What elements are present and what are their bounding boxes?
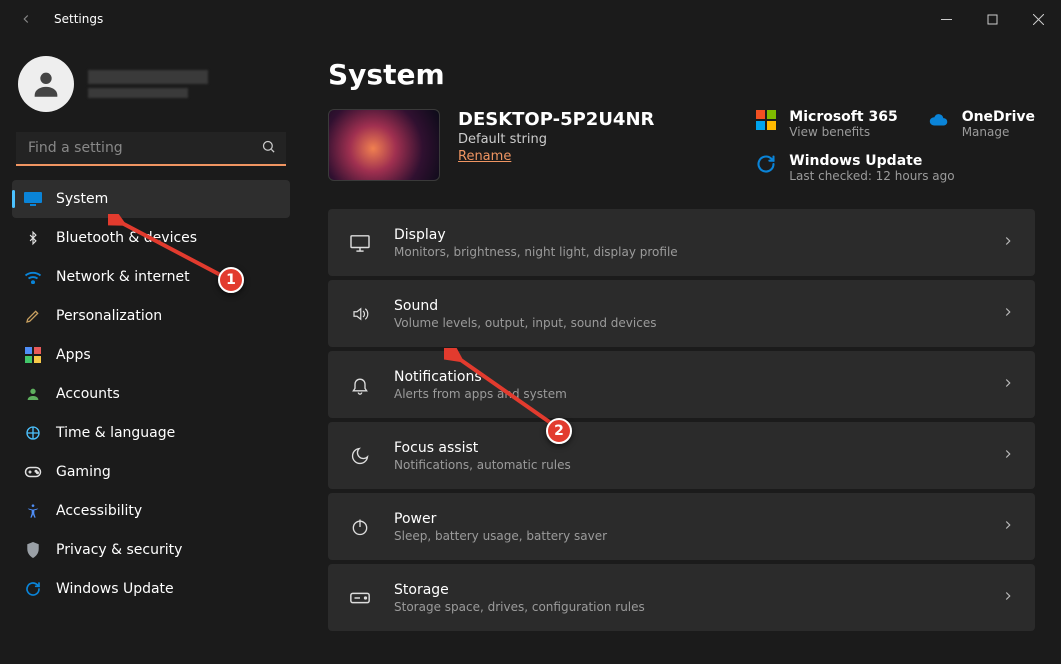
sidebar-item-accounts[interactable]: Accounts <box>12 375 290 413</box>
sidebar-item-system[interactable]: System <box>12 180 290 218</box>
row-title: Power <box>394 511 979 527</box>
sidebar-item-label: Personalization <box>56 308 162 324</box>
bell-icon <box>348 374 372 396</box>
row-title: Focus assist <box>394 440 979 456</box>
rename-link[interactable]: Rename <box>458 149 654 164</box>
nav: System Bluetooth & devices Network & int… <box>12 180 290 608</box>
row-sub: Monitors, brightness, night light, displ… <box>394 245 979 259</box>
wifi-icon <box>24 268 42 286</box>
promo-onedrive[interactable]: OneDrive Manage <box>928 109 1035 139</box>
settings-row-display[interactable]: Display Monitors, brightness, night ligh… <box>328 209 1035 276</box>
shield-icon <box>24 541 42 559</box>
clock-globe-icon <box>24 424 42 442</box>
sidebar-item-accessibility[interactable]: Accessibility <box>12 492 290 530</box>
sidebar-item-label: Accounts <box>56 386 120 402</box>
row-title: Sound <box>394 298 979 314</box>
chevron-right-icon <box>1001 517 1015 536</box>
promo-title: Windows Update <box>789 153 954 169</box>
promo-tiles: Microsoft 365 View benefits OneDrive Man… <box>755 109 1035 183</box>
chevron-right-icon <box>1001 304 1015 323</box>
sidebar-item-label: System <box>56 191 108 207</box>
sidebar-item-time-language[interactable]: Time & language <box>12 414 290 452</box>
gamepad-icon <box>24 463 42 481</box>
person-icon <box>24 385 42 403</box>
search-icon <box>261 139 276 158</box>
sidebar-item-label: Gaming <box>56 464 111 480</box>
promo-title: OneDrive <box>962 109 1035 125</box>
chevron-right-icon <box>1001 233 1015 252</box>
window-maximize-button[interactable] <box>969 3 1015 35</box>
settings-row-sound[interactable]: Sound Volume levels, output, input, soun… <box>328 280 1035 347</box>
sidebar-item-label: Accessibility <box>56 503 142 519</box>
sidebar-item-windows-update[interactable]: Windows Update <box>12 570 290 608</box>
page-title: System <box>328 58 1035 91</box>
grid-icon <box>24 346 42 364</box>
promo-microsoft-365[interactable]: Microsoft 365 View benefits <box>755 109 897 139</box>
monitor-icon <box>24 190 42 208</box>
sidebar-item-personalization[interactable]: Personalization <box>12 297 290 335</box>
row-title: Notifications <box>394 369 979 385</box>
update-icon <box>24 580 42 598</box>
promo-windows-update[interactable]: Windows Update Last checked: 12 hours ag… <box>755 153 1035 183</box>
storage-icon <box>348 590 372 606</box>
device-name: DESKTOP-5P2U4NR <box>458 109 654 130</box>
chevron-right-icon <box>1001 375 1015 394</box>
window-title: Settings <box>54 12 103 26</box>
display-icon <box>348 234 372 252</box>
m365-icon <box>755 109 777 131</box>
settings-list: Display Monitors, brightness, night ligh… <box>328 209 1035 631</box>
device-summary: DESKTOP-5P2U4NR Default string Rename Mi… <box>328 109 1035 183</box>
row-sub: Sleep, battery usage, battery saver <box>394 529 979 543</box>
window-close-button[interactable] <box>1015 3 1061 35</box>
sidebar-item-network-internet[interactable]: Network & internet <box>12 258 290 296</box>
bluetooth-icon <box>24 229 42 247</box>
settings-row-storage[interactable]: Storage Storage space, drives, configura… <box>328 564 1035 631</box>
search-input[interactable] <box>26 139 261 157</box>
sidebar-item-label: Windows Update <box>56 581 174 597</box>
profile-email-redacted <box>88 88 188 98</box>
profile-block[interactable] <box>12 50 290 122</box>
sidebar-item-label: Time & language <box>56 425 175 441</box>
promo-sub: View benefits <box>789 125 897 139</box>
avatar <box>18 56 74 112</box>
main-content: System DESKTOP-5P2U4NR Default string Re… <box>302 38 1061 664</box>
title-bar: Settings <box>0 0 1061 38</box>
accessibility-icon <box>24 502 42 520</box>
brush-icon <box>24 307 42 325</box>
promo-sub: Manage <box>962 125 1035 139</box>
sidebar-item-bluetooth-devices[interactable]: Bluetooth & devices <box>12 219 290 257</box>
device-wallpaper-thumbnail[interactable] <box>328 109 440 181</box>
settings-row-power[interactable]: Power Sleep, battery usage, battery save… <box>328 493 1035 560</box>
update-icon <box>755 153 777 175</box>
promo-sub: Last checked: 12 hours ago <box>789 169 954 183</box>
sidebar-item-label: Apps <box>56 347 91 363</box>
sidebar: System Bluetooth & devices Network & int… <box>0 38 302 664</box>
row-title: Storage <box>394 582 979 598</box>
row-title: Display <box>394 227 979 243</box>
sidebar-item-label: Bluetooth & devices <box>56 230 197 246</box>
onedrive-icon <box>928 109 950 131</box>
sidebar-item-gaming[interactable]: Gaming <box>12 453 290 491</box>
sidebar-item-privacy-security[interactable]: Privacy & security <box>12 531 290 569</box>
device-model: Default string <box>458 132 654 147</box>
row-sub: Storage space, drives, configuration rul… <box>394 600 979 614</box>
sidebar-item-apps[interactable]: Apps <box>12 336 290 374</box>
chevron-right-icon <box>1001 588 1015 607</box>
power-icon <box>348 517 372 537</box>
row-sub: Alerts from apps and system <box>394 387 979 401</box>
row-sub: Notifications, automatic rules <box>394 458 979 472</box>
sidebar-item-label: Network & internet <box>56 269 190 285</box>
sound-icon <box>348 305 372 323</box>
moon-icon <box>348 446 372 466</box>
sidebar-item-label: Privacy & security <box>56 542 182 558</box>
settings-row-notifications[interactable]: Notifications Alerts from apps and syste… <box>328 351 1035 418</box>
profile-name-redacted <box>88 70 208 84</box>
row-sub: Volume levels, output, input, sound devi… <box>394 316 979 330</box>
chevron-right-icon <box>1001 446 1015 465</box>
settings-row-focus-assist[interactable]: Focus assist Notifications, automatic ru… <box>328 422 1035 489</box>
search-box[interactable] <box>16 132 286 166</box>
window-minimize-button[interactable] <box>923 3 969 35</box>
promo-title: Microsoft 365 <box>789 109 897 125</box>
back-button[interactable] <box>12 5 40 33</box>
